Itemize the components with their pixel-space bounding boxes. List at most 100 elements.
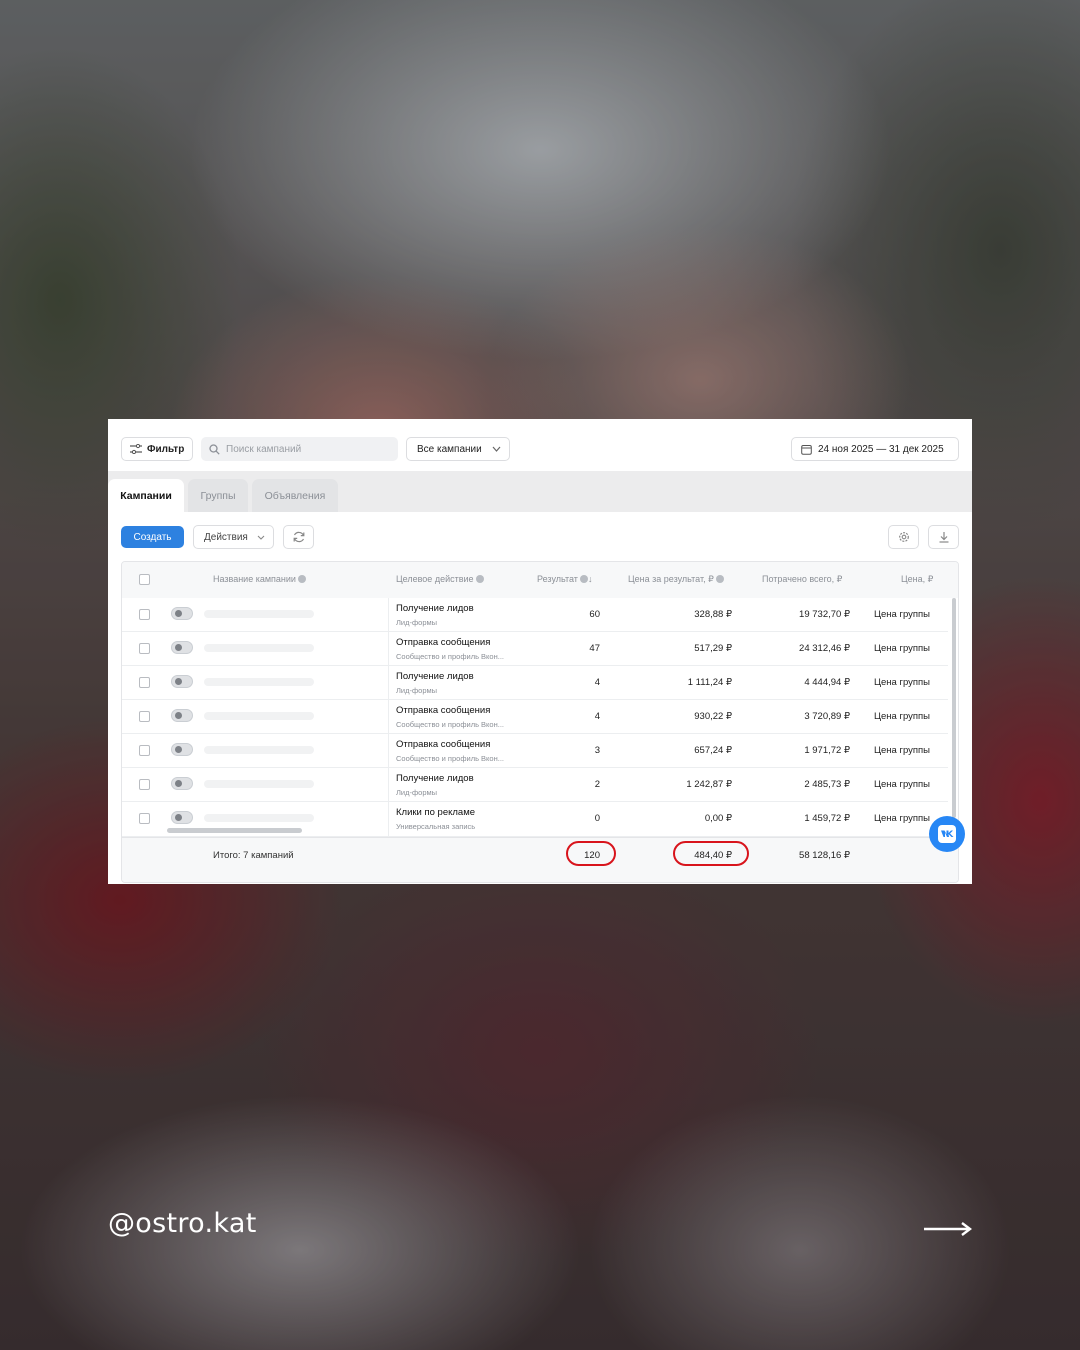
target-action: Получение лидов [396, 603, 474, 614]
row-checkbox[interactable] [139, 745, 150, 756]
header-cost-per-result[interactable]: Цена за результат, ₽ [628, 574, 724, 585]
sort-down-icon: ↓ [587, 574, 593, 584]
table-row[interactable]: Получение лидов Лид-формы 2 1 242,87 ₽ 2… [122, 768, 948, 802]
select-all-checkbox[interactable] [139, 574, 150, 585]
table-row[interactable]: Отправка сообщения Сообщество и профиль … [122, 632, 948, 666]
highlight-circle-result [566, 841, 616, 866]
campaign-toggle[interactable] [171, 607, 193, 620]
calendar-icon [801, 444, 812, 455]
chevron-down-icon [492, 446, 501, 452]
download-button[interactable] [928, 525, 959, 549]
campaign-toggle[interactable] [171, 709, 193, 722]
target-action-sub: Лид-формы [396, 788, 438, 797]
tab-ads[interactable]: Объявления [252, 479, 338, 512]
cost-per-result-value: 0,00 ₽ [704, 813, 732, 824]
header-spent[interactable]: Потрачено всего, ₽ [762, 574, 842, 585]
campaign-toggle[interactable] [171, 743, 193, 756]
refresh-button[interactable] [283, 525, 314, 549]
cost-per-result-value: 1 242,87 ₽ [686, 779, 732, 790]
vk-logo-icon [938, 825, 956, 843]
table-row[interactable]: Отправка сообщения Сообщество и профиль … [122, 700, 948, 734]
result-value: 0 [594, 813, 600, 824]
spent-value: 19 732,70 ₽ [799, 609, 850, 620]
target-action: Отправка сообщения [396, 705, 491, 716]
campaign-name-blurred [204, 712, 314, 720]
target-action-sub: Сообщество и профиль Вкон... [396, 720, 504, 729]
cost-per-result-value: 328,88 ₽ [694, 609, 732, 620]
result-value: 4 [594, 711, 600, 722]
cost-per-result-value: 657,24 ₽ [694, 745, 732, 756]
header-price[interactable]: Цена, ₽ [901, 574, 933, 585]
settings-button[interactable] [888, 525, 919, 549]
totals-label: Итого: 7 кампаний [213, 850, 294, 861]
result-value: 60 [589, 609, 600, 620]
top-toolbar: Фильтр Все кампании 24 ноя 2025 — 31 дек… [108, 419, 972, 471]
table-row[interactable]: Отправка сообщения Сообщество и профиль … [122, 734, 948, 768]
download-icon [939, 532, 948, 543]
campaign-toggle[interactable] [171, 641, 193, 654]
create-button[interactable]: Создать [121, 526, 184, 548]
filter-button[interactable]: Фильтр [121, 437, 193, 461]
campaign-select-label: Все кампании [417, 443, 482, 455]
header-action[interactable]: Целевое действие [396, 574, 484, 584]
target-action-sub: Лид-формы [396, 686, 438, 695]
row-checkbox[interactable] [139, 711, 150, 722]
table-row[interactable]: Получение лидов Лид-формы 60 328,88 ₽ 19… [122, 598, 948, 632]
tab-groups[interactable]: Группы [188, 479, 248, 512]
result-value: 4 [594, 677, 600, 688]
row-checkbox[interactable] [139, 643, 150, 654]
help-icon [715, 575, 724, 583]
cost-per-result-value: 930,22 ₽ [694, 711, 732, 722]
filter-icon [130, 444, 142, 454]
author-handle: @ostro.kat [108, 1208, 257, 1239]
result-value: 3 [594, 745, 600, 756]
campaign-name-blurred [204, 678, 314, 686]
campaign-filter-select[interactable]: Все кампании [406, 437, 510, 461]
price-value: Цена группы [874, 609, 930, 620]
ads-cabinet-screenshot: Фильтр Все кампании 24 ноя 2025 — 31 дек… [108, 419, 972, 884]
spent-value: 4 444,94 ₽ [804, 677, 850, 688]
search-box[interactable] [201, 437, 398, 461]
header-result[interactable]: Результат ↓ [537, 574, 592, 584]
horizontal-scrollbar[interactable] [167, 828, 302, 833]
row-checkbox[interactable] [139, 813, 150, 824]
price-value: Цена группы [874, 711, 930, 722]
vertical-scrollbar[interactable] [952, 598, 956, 818]
date-range-picker[interactable]: 24 ноя 2025 — 31 дек 2025 [791, 437, 959, 461]
target-action-sub: Лид-формы [396, 618, 438, 627]
vk-support-button[interactable] [929, 816, 965, 852]
gear-icon [898, 532, 909, 542]
campaign-toggle[interactable] [171, 777, 193, 790]
row-checkbox[interactable] [139, 677, 150, 688]
target-action-sub: Сообщество и профиль Вкон... [396, 652, 504, 661]
actions-label: Действия [204, 531, 248, 543]
campaign-toggle[interactable] [171, 675, 193, 688]
result-value: 47 [589, 643, 600, 654]
tab-campaigns[interactable]: Кампании [108, 479, 184, 512]
campaigns-content: Создать Действия Название кампании Целев… [108, 512, 972, 884]
row-checkbox[interactable] [139, 779, 150, 790]
spent-value: 24 312,46 ₽ [799, 643, 850, 654]
filter-label: Фильтр [147, 443, 185, 455]
actions-dropdown[interactable]: Действия [193, 525, 274, 549]
row-checkbox[interactable] [139, 609, 150, 620]
cost-per-result-value: 1 111,24 ₽ [687, 677, 732, 688]
target-action-sub: Сообщество и профиль Вкон... [396, 754, 504, 763]
help-icon [475, 575, 484, 583]
campaigns-table: Название кампании Целевое действие Резул… [121, 561, 959, 883]
result-value: 2 [594, 779, 600, 790]
price-value: Цена группы [874, 813, 930, 824]
highlight-circle-cost [673, 841, 749, 866]
chevron-down-icon [257, 535, 265, 540]
campaign-toggle[interactable] [171, 811, 193, 824]
spent-value: 1 459,72 ₽ [804, 813, 850, 824]
target-action: Клики по рекламе [396, 807, 476, 818]
target-action-sub: Универсальная запись [396, 822, 476, 831]
campaign-name-blurred [204, 746, 314, 754]
header-name[interactable]: Название кампании [213, 574, 306, 584]
table-row[interactable]: Получение лидов Лид-формы 4 1 111,24 ₽ 4… [122, 666, 948, 700]
search-input[interactable] [226, 443, 386, 455]
help-icon [579, 575, 588, 583]
target-action: Отправка сообщения [396, 637, 491, 648]
campaign-name-blurred [204, 780, 314, 788]
